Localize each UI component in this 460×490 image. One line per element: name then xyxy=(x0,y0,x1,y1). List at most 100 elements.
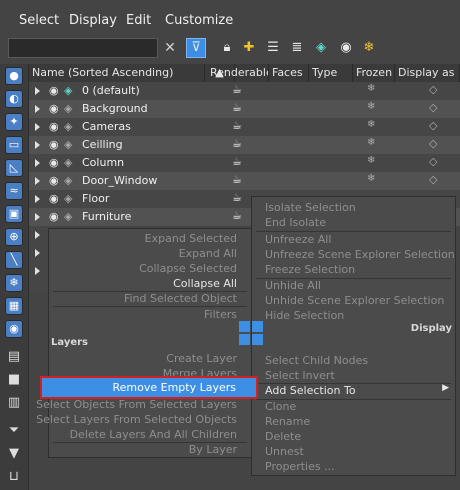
menu-by-layer[interactable]: By Layer xyxy=(189,443,237,456)
menu-hide-selection[interactable]: Hide Selection xyxy=(265,309,344,322)
eye-icon[interactable]: ◉ xyxy=(49,120,62,133)
menu-delete-layers-children[interactable]: Delete Layers And All Children xyxy=(70,428,237,441)
menu-unfreeze-explorer-selection[interactable]: Unfreeze Scene Explorer Selection xyxy=(265,248,455,261)
eye-icon[interactable]: ◉ xyxy=(49,138,62,151)
menu-collapse-all[interactable]: Collapse All xyxy=(173,277,237,290)
frozen-icon[interactable]: ❄ xyxy=(5,274,23,292)
teapot-icon[interactable]: ☕︎ xyxy=(232,119,242,132)
eye-icon[interactable]: ◉ xyxy=(337,39,355,57)
teapot-icon[interactable]: ☕︎ xyxy=(232,137,242,150)
spacewarp-icon[interactable]: ≈ xyxy=(5,182,23,200)
expand-arrow-icon[interactable] xyxy=(35,177,40,185)
col-faces[interactable]: Faces xyxy=(269,64,309,82)
menu-expand-all[interactable]: Expand All xyxy=(179,247,237,260)
snowflake-icon[interactable]: ❄ xyxy=(367,83,375,94)
eye-icon[interactable]: ◉ xyxy=(5,320,23,338)
menu-freeze-selection[interactable]: Freeze Selection xyxy=(265,263,355,276)
menu-unhide-all[interactable]: Unhide All xyxy=(265,279,321,292)
bone-icon[interactable]: ╲ xyxy=(5,251,23,269)
add-layer-icon[interactable]: ✚ xyxy=(240,39,258,57)
layer-row[interactable]: ◉ ◈ 0 (default) ☕︎ ❄ ◇ xyxy=(29,82,460,100)
stack-icon[interactable]: ◈ xyxy=(312,39,330,57)
teapot-icon[interactable]: ☕︎ xyxy=(232,83,242,96)
menu-select-child-nodes[interactable]: Select Child Nodes xyxy=(265,354,368,367)
box-icon[interactable]: ◇ xyxy=(429,155,437,168)
helper-icon[interactable]: ◺ xyxy=(5,159,23,177)
sphere-icon[interactable]: ● xyxy=(5,67,23,85)
teapot-icon[interactable]: ☕︎ xyxy=(232,101,242,114)
teapot-icon[interactable]: ☕︎ xyxy=(232,155,242,168)
expand-arrow-icon[interactable] xyxy=(35,231,40,239)
expand-arrow-icon[interactable] xyxy=(35,105,40,113)
layer-row[interactable]: ◉ ◈ Column ☕︎ ❄ ◇ xyxy=(29,154,460,172)
box-icon[interactable]: ◇ xyxy=(429,137,437,150)
menu-add-selection-to[interactable]: Add Selection To xyxy=(265,384,356,397)
menu-create-layer[interactable]: Create Layer xyxy=(166,352,237,365)
white-box-icon[interactable]: ■ xyxy=(5,371,23,389)
snowflake-icon[interactable]: ❄ xyxy=(367,137,375,148)
snowflake-icon[interactable]: ❄ xyxy=(367,155,375,166)
expand-arrow-icon[interactable] xyxy=(35,249,40,257)
menu-find-selected-object[interactable]: Find Selected Object xyxy=(124,292,237,305)
col-display-as[interactable]: Display as xyxy=(395,64,460,82)
menu-filters[interactable]: Filters xyxy=(204,308,237,321)
snowflake-icon[interactable]: ❄ xyxy=(367,173,375,184)
container-icon[interactable]: ▦ xyxy=(5,297,23,315)
close-icon[interactable]: ✕ xyxy=(161,39,179,57)
layer-row[interactable]: ◉ ◈ Cameras ☕︎ ❄ ◇ xyxy=(29,118,460,136)
menu-unhide-explorer-selection[interactable]: Unhide Scene Explorer Selection xyxy=(265,294,444,307)
menu-display[interactable]: Display xyxy=(69,13,117,28)
menu-customize[interactable]: Customize xyxy=(165,13,233,28)
eye-icon[interactable]: ◉ xyxy=(49,192,62,205)
expand-arrow-icon[interactable] xyxy=(35,159,40,167)
expand-arrow-icon[interactable] xyxy=(35,267,40,275)
layer-row[interactable]: ◉ ◈ Ceilling ☕︎ ❄ ◇ xyxy=(29,136,460,154)
menu-select-invert[interactable]: Select Invert xyxy=(265,369,335,382)
menu-unfreeze-all[interactable]: Unfreeze All xyxy=(265,233,331,246)
layer-row[interactable]: ◉ ◈ Door_Window ☕︎ ❄ ◇ xyxy=(29,172,460,190)
eye-icon[interactable]: ◉ xyxy=(49,210,62,223)
layers-icon[interactable]: ☰ xyxy=(264,39,282,57)
col-renderable[interactable]: Renderable xyxy=(207,64,269,82)
eye-icon[interactable]: ◉ xyxy=(49,156,62,169)
teapot-icon[interactable]: ☕︎ xyxy=(232,191,242,204)
document-icon[interactable]: ▥ xyxy=(5,394,23,412)
eye-icon[interactable]: ◉ xyxy=(49,84,62,97)
light-icon[interactable]: ✦ xyxy=(5,113,23,131)
expand-arrow-icon[interactable] xyxy=(35,213,40,221)
filter-icon[interactable]: ⊽ xyxy=(186,38,206,58)
expand-arrow-icon[interactable] xyxy=(35,87,40,95)
menu-properties[interactable]: Properties ... xyxy=(265,460,335,473)
box-icon[interactable]: ◇ xyxy=(429,101,437,114)
menu-clone[interactable]: Clone xyxy=(265,400,296,413)
expand-arrow-icon[interactable] xyxy=(35,123,40,131)
shapes-icon[interactable]: ◐ xyxy=(5,90,23,108)
menu-rename[interactable]: Rename xyxy=(265,415,310,428)
menu-collapse-selected[interactable]: Collapse Selected xyxy=(139,262,237,275)
container2-icon[interactable]: ⊔ xyxy=(5,468,23,486)
eye-icon[interactable]: ◉ xyxy=(49,174,62,187)
snowflake-icon[interactable]: ❄ xyxy=(367,101,375,112)
col-type[interactable]: Type xyxy=(309,64,353,82)
xref-icon[interactable]: ⊕ xyxy=(5,228,23,246)
snowflake-icon[interactable]: ❄ xyxy=(367,119,375,130)
expand-arrow-icon[interactable] xyxy=(35,141,40,149)
menu-delete[interactable]: Delete xyxy=(265,430,301,443)
quad-center-icon[interactable] xyxy=(239,321,250,332)
teapot-icon[interactable]: ☕︎ xyxy=(232,173,242,186)
eye-icon[interactable]: ◉ xyxy=(49,102,62,115)
group-icon[interactable]: ▣ xyxy=(5,205,23,223)
box-icon[interactable]: ◇ xyxy=(429,119,437,132)
box-icon[interactable]: ◇ xyxy=(429,83,437,96)
filter-stack-icon[interactable]: ⏷ xyxy=(5,422,23,440)
teapot-icon[interactable]: ☕︎ xyxy=(232,209,242,222)
menu-isolate-selection[interactable]: Isolate Selection xyxy=(265,201,356,214)
menu-expand-selected[interactable]: Expand Selected xyxy=(145,232,237,245)
layer-doc-icon[interactable]: ▤ xyxy=(5,348,23,366)
menu-edit[interactable]: Edit xyxy=(126,13,151,28)
col-frozen[interactable]: Frozen xyxy=(353,64,395,82)
quad-center-icon[interactable] xyxy=(239,334,250,345)
quad-center-icon[interactable] xyxy=(252,334,263,345)
freeze-icon[interactable]: ❄ xyxy=(360,39,378,57)
funnel-icon[interactable]: ▼ xyxy=(5,445,23,463)
